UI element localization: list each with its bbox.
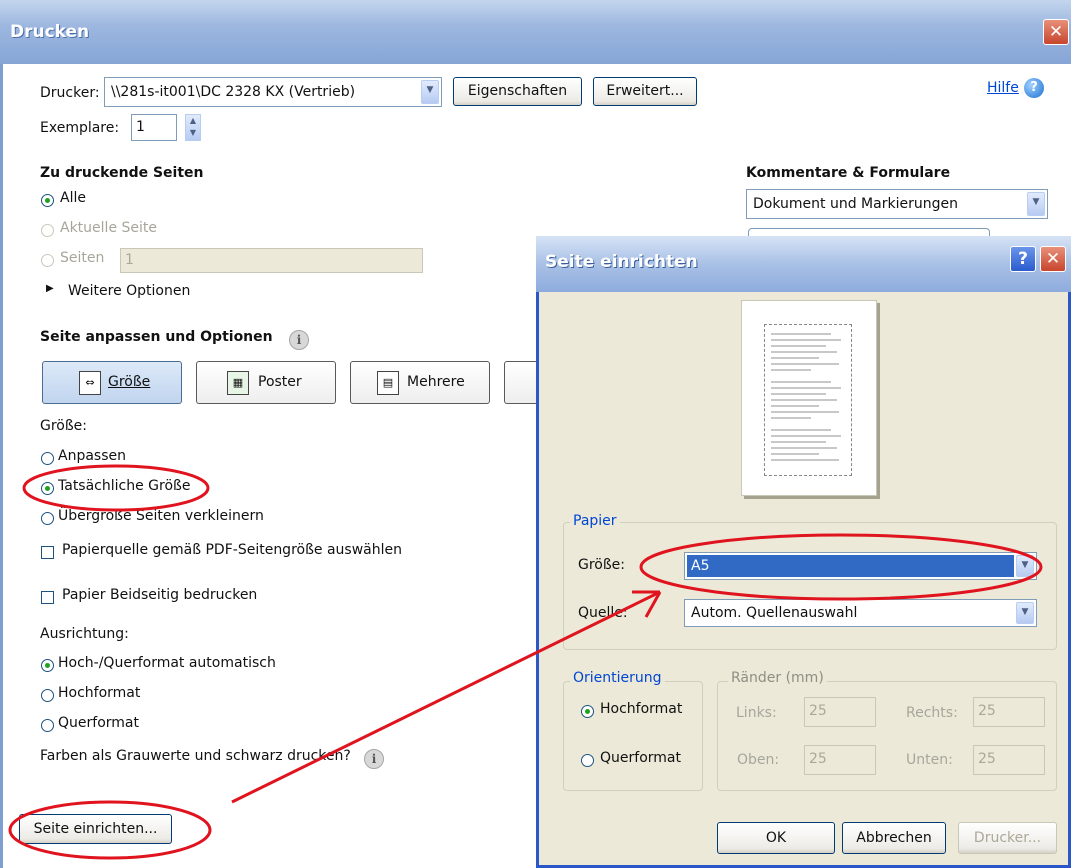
annotation-arrow-line [231, 590, 661, 804]
annotation-circle-actual-size [22, 464, 210, 512]
annotation-circle-page-setup [8, 800, 212, 860]
annotation-overlay [8, 464, 1043, 860]
annotation-circle-paper-size [639, 533, 1043, 601]
